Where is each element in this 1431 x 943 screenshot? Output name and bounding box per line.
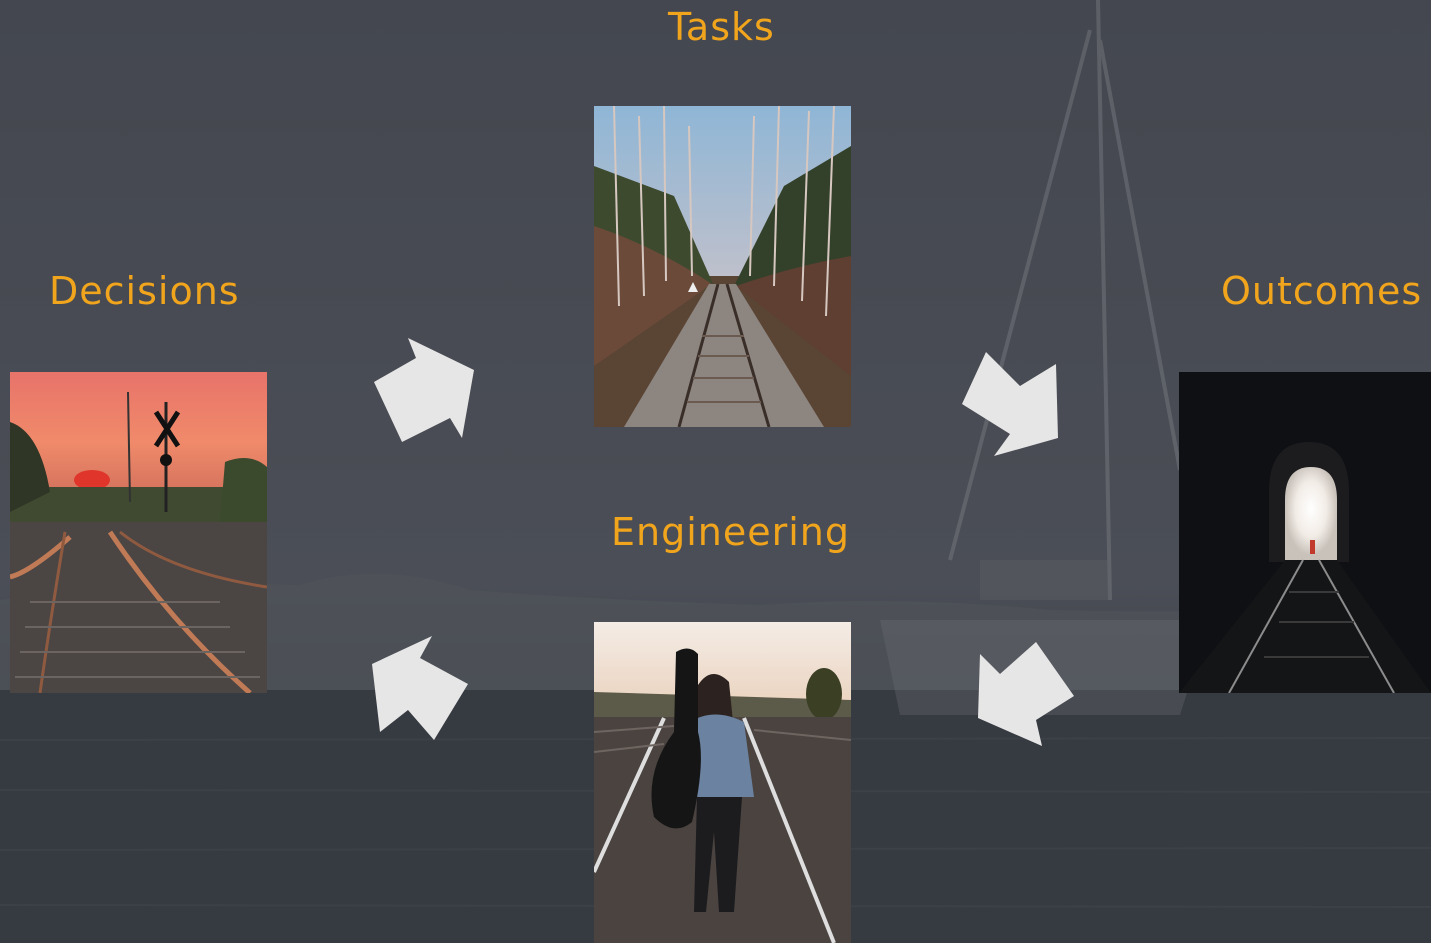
node-label-outcomes: Outcomes <box>1221 269 1423 313</box>
engineering-photo <box>594 622 851 943</box>
tasks-photo <box>594 106 851 427</box>
cycle-arrow-icon <box>368 634 472 744</box>
outcomes-photo <box>1179 372 1431 693</box>
node-label-decisions: Decisions <box>49 269 240 313</box>
node-label-engineering: Engineering <box>611 510 850 554</box>
decisions-photo <box>10 372 267 693</box>
cycle-arrow-icon <box>974 640 1078 750</box>
node-label-tasks: Tasks <box>668 5 775 49</box>
cycle-arrow-icon <box>958 350 1062 460</box>
cycle-arrow-icon <box>372 336 476 446</box>
